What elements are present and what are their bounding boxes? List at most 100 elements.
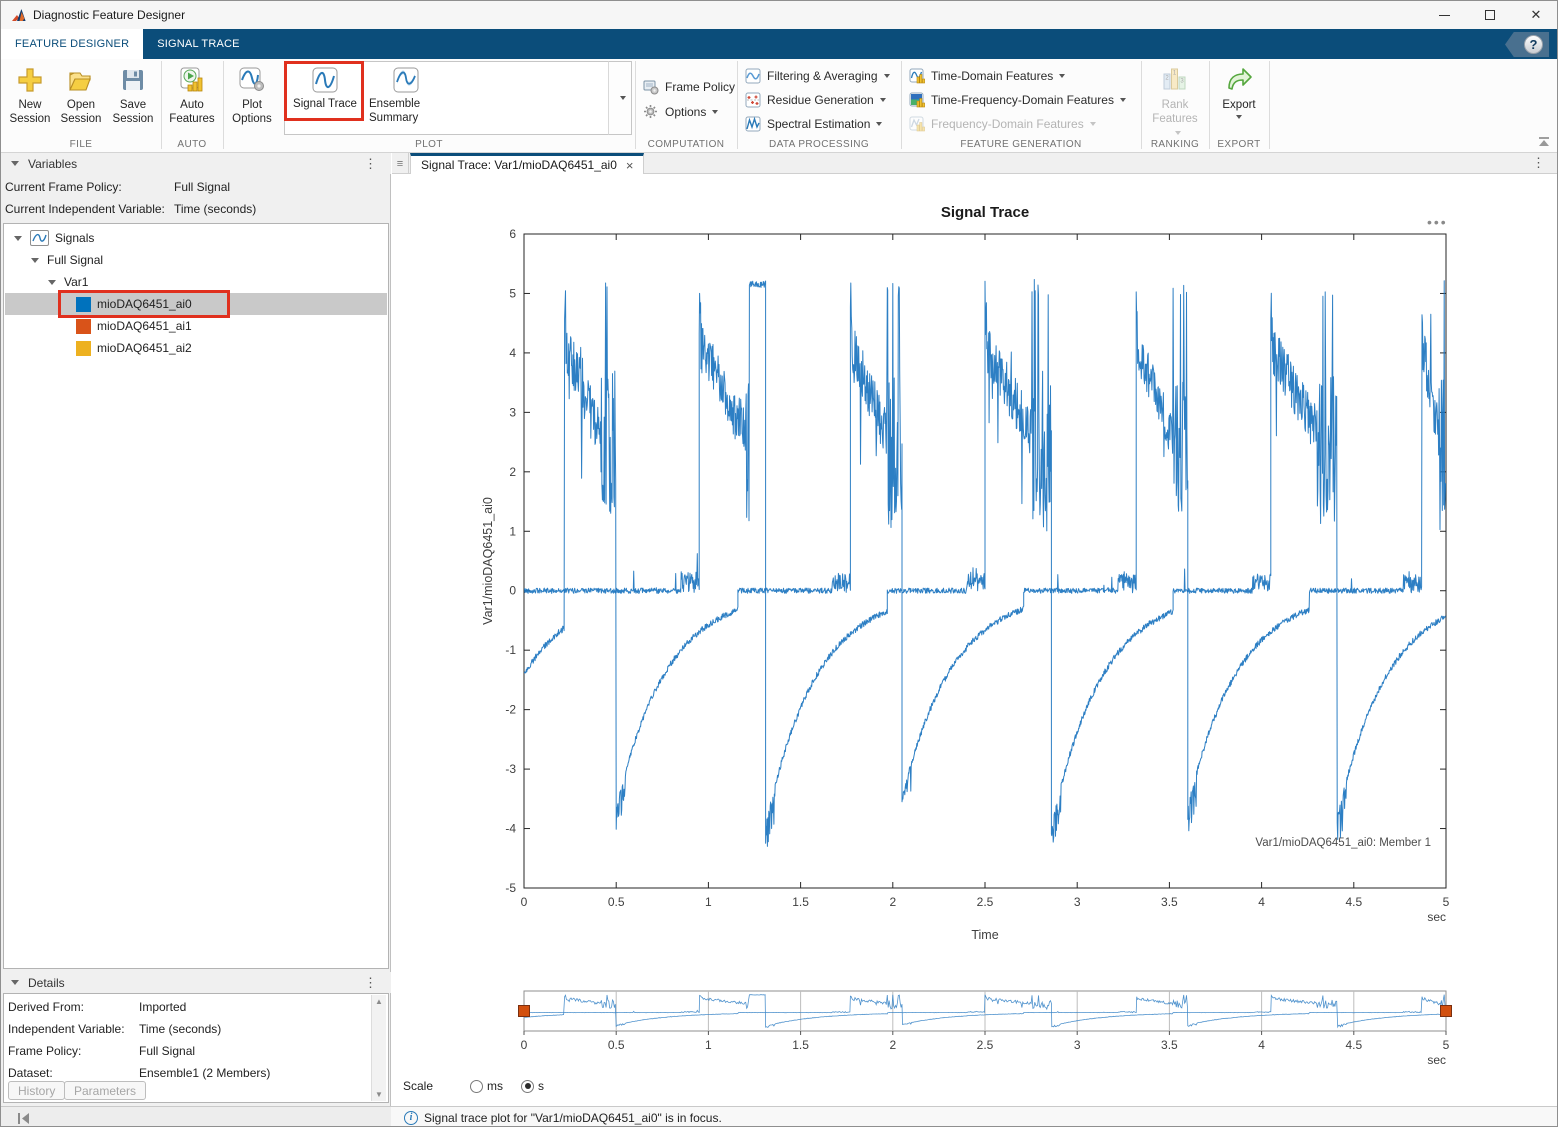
svg-text:1.5: 1.5 <box>792 1038 809 1052</box>
save-session-icon <box>120 63 146 97</box>
svg-text:4: 4 <box>1258 895 1265 909</box>
scale-ms-label: ms <box>487 1079 503 1093</box>
residue-generation-button[interactable]: Residue Generation <box>745 91 886 108</box>
new-session-icon <box>16 63 44 97</box>
parameters-button: Parameters <box>64 1081 146 1100</box>
document-bar-kebab-icon[interactable]: ⋮ <box>1532 155 1545 171</box>
details-row: Frame Policy:Full Signal <box>8 1040 368 1062</box>
plot-options-button[interactable]: Plot Options <box>229 63 275 126</box>
svg-text:2.5: 2.5 <box>977 1038 994 1052</box>
time-domain-features-button[interactable]: Time-Domain Features <box>909 67 1065 84</box>
frame-policy-button[interactable]: Frame Policy <box>643 78 735 95</box>
rank-features-button: 213 Rank Features <box>1147 63 1203 140</box>
svg-text:2: 2 <box>509 465 516 479</box>
panner-right-handle[interactable] <box>1441 1006 1452 1017</box>
panel-menu-icon[interactable]: ⋮ <box>364 156 377 172</box>
svg-text:6: 6 <box>509 227 516 241</box>
scale-label: Scale <box>403 1079 433 1093</box>
panner-left-handle[interactable] <box>519 1006 530 1017</box>
svg-text:1: 1 <box>705 895 712 909</box>
svg-text:-3: -3 <box>505 762 516 776</box>
close-tab-icon[interactable]: × <box>626 158 634 173</box>
residue-generation-icon <box>745 92 762 108</box>
save-session-button[interactable]: Save Session <box>109 63 157 126</box>
help-button[interactable]: ? <box>1505 32 1549 57</box>
export-button[interactable]: Export <box>1213 63 1265 119</box>
signal-group-icon <box>30 230 49 246</box>
chevron-down-icon <box>1090 122 1096 126</box>
details-row: Independent Variable:Time (seconds) <box>8 1018 368 1040</box>
scale-s-label: s <box>538 1079 544 1093</box>
maximize-button[interactable] <box>1467 1 1513 29</box>
details-panel-body: Derived From:Imported Independent Variab… <box>3 993 389 1103</box>
dock-panel-icon[interactable] <box>17 1112 31 1125</box>
svg-text:5: 5 <box>1443 1038 1450 1052</box>
signal-trace-chart[interactable]: 00.511.522.533.544.556543210-1-2-3-4-5se… <box>392 174 1558 1106</box>
time-frequency-domain-features-icon <box>909 92 926 108</box>
tree-item-full-signal[interactable]: Full Signal <box>5 249 387 271</box>
tree-item-signal-ai2[interactable]: mioDAQ6451_ai2 <box>5 337 387 359</box>
new-session-button[interactable]: New Session <box>7 63 53 126</box>
open-session-button[interactable]: Open Session <box>57 63 105 126</box>
signals-tree: Signals Full Signal Var1 mioDAQ6451_ai0 … <box>3 223 389 969</box>
scale-s-radio[interactable] <box>521 1080 534 1093</box>
scroll-up-icon[interactable]: ▲ <box>375 997 383 1006</box>
close-icon: ✕ <box>1531 7 1542 23</box>
svg-text:-1: -1 <box>505 643 516 657</box>
chevron-down-icon <box>1120 98 1126 102</box>
expand-arrow-icon[interactable] <box>14 236 22 241</box>
section-label-feature-generation: FEATURE GENERATION <box>901 139 1141 152</box>
scroll-down-icon[interactable]: ▼ <box>375 1090 383 1099</box>
collapse-ribbon-button[interactable] <box>1535 135 1553 149</box>
details-row: Derived From:Imported <box>8 996 368 1018</box>
svg-text:Var1/mioDAQ6451_ai0: Var1/mioDAQ6451_ai0 <box>481 497 495 625</box>
frequency-domain-features-button: Frequency-Domain Features <box>909 115 1096 132</box>
spectral-estimation-button[interactable]: Spectral Estimation <box>745 115 882 132</box>
auto-features-button[interactable]: Auto Features <box>167 63 217 126</box>
ensemble-summary-button[interactable]: Ensemble Summary <box>369 65 443 125</box>
signal-color-swatch <box>76 341 91 356</box>
details-scrollbar[interactable]: ▲ ▼ <box>371 995 386 1101</box>
history-button: History <box>8 1081 65 1100</box>
tree-item-signal-ai1[interactable]: mioDAQ6451_ai1 <box>5 315 387 337</box>
ribbon-separator <box>901 61 902 149</box>
svg-text:5: 5 <box>509 286 516 300</box>
svg-text:0.5: 0.5 <box>608 895 625 909</box>
plot-gallery-dropdown[interactable] <box>608 61 632 135</box>
gear-icon <box>643 104 660 120</box>
details-panel-header[interactable]: Details ⋮ <box>1 972 391 993</box>
expand-arrow-icon[interactable] <box>31 258 39 263</box>
scale-ms-radio[interactable] <box>470 1080 483 1093</box>
expand-arrow-icon[interactable] <box>48 280 56 285</box>
tab-signal-trace[interactable]: SIGNAL TRACE <box>143 29 253 59</box>
chevron-down-icon <box>876 122 882 126</box>
svg-text:3.5: 3.5 <box>1161 1038 1178 1052</box>
svg-text:Time: Time <box>971 928 998 942</box>
chevron-down-icon <box>1059 74 1065 78</box>
section-label-ranking: RANKING <box>1141 139 1209 152</box>
svg-text:4: 4 <box>509 346 516 360</box>
panel-menu-icon[interactable]: ⋮ <box>364 975 377 991</box>
options-button[interactable]: Options <box>643 103 718 120</box>
ribbon-separator <box>1141 61 1142 149</box>
section-label-file: FILE <box>1 139 161 152</box>
tree-item-signals[interactable]: Signals <box>5 227 387 249</box>
close-button[interactable]: ✕ <box>1513 1 1558 29</box>
filtering-averaging-button[interactable]: Filtering & Averaging <box>745 67 890 84</box>
svg-text:3: 3 <box>509 405 516 419</box>
svg-text:Var1/mioDAQ6451_ai0: Member: Var1/mioDAQ6451_ai0: Member 1 <box>1255 837 1431 849</box>
minimize-button[interactable] <box>1421 1 1467 29</box>
time-frequency-domain-features-button[interactable]: Time-Frequency-Domain Features <box>909 91 1126 108</box>
collapse-panel-icon <box>11 161 19 166</box>
svg-text:0: 0 <box>521 895 528 909</box>
document-bar-menu-icon[interactable]: ≡ <box>392 153 409 174</box>
svg-text:0.5: 0.5 <box>608 1038 625 1052</box>
variables-panel-header[interactable]: Variables ⋮ <box>1 153 391 174</box>
status-bar: i Signal trace plot for "Var1/mioDAQ6451… <box>391 1106 1558 1127</box>
svg-text:sec: sec <box>1427 1053 1446 1067</box>
signal-trace-document-tab[interactable]: Signal Trace: Var1/mioDAQ6451_ai0 × <box>410 153 644 174</box>
time-domain-features-icon <box>909 68 926 84</box>
app-window: Diagnostic Feature Designer ✕ FEATURE DE… <box>0 0 1558 1127</box>
svg-text:5: 5 <box>1443 895 1450 909</box>
tab-feature-designer[interactable]: FEATURE DESIGNER <box>1 29 143 59</box>
